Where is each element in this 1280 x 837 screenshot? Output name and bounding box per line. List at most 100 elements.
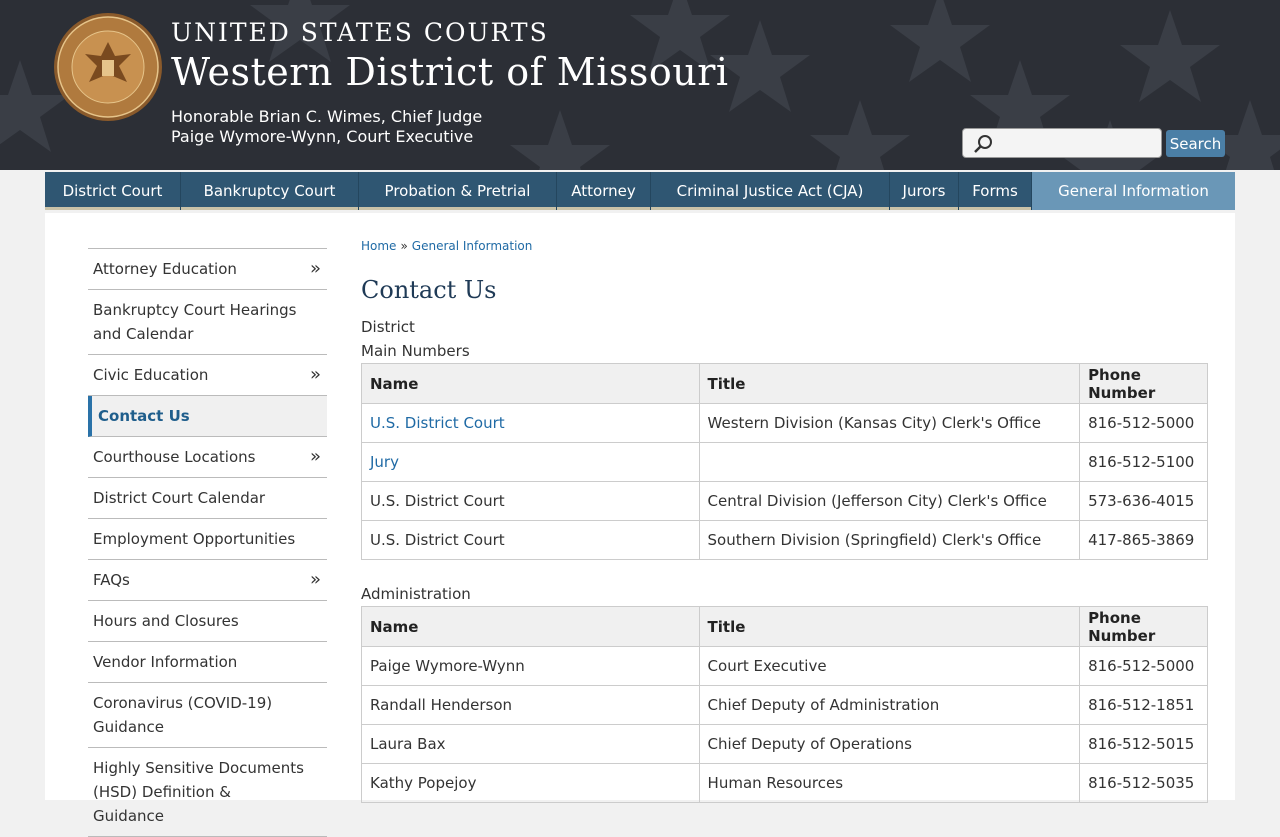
table-row: Paige Wymore-Wynn Court Executive 816-51…: [361, 646, 1208, 686]
breadcrumb-separator: »: [400, 239, 408, 253]
table-row: U.S. District Court Western Division (Ka…: [361, 403, 1208, 443]
chief-judge-line: Honorable Brian C. Wimes, Chief Judge: [171, 107, 483, 126]
sidebar-item-label: Contact Us: [98, 407, 190, 425]
table-row: Jury 816-512-5100: [361, 442, 1208, 482]
table-cell-name: Laura Bax: [361, 724, 700, 764]
sidebar-item-district-court-calendar[interactable]: District Court Calendar: [88, 478, 327, 519]
double-chevron-right-icon[interactable]: »: [310, 445, 321, 469]
sidebar-item-hours-closures[interactable]: Hours and Closures: [88, 601, 327, 642]
sidebar-item-label: Courthouse Locations: [93, 448, 256, 466]
sidebar-item-label: District Court Calendar: [93, 489, 266, 507]
nav-forms[interactable]: Forms: [959, 172, 1032, 210]
table-cell-phone: 816-512-5015: [1079, 724, 1208, 764]
sidebar-item-label: Coronavirus (COVID-19) Guidance: [93, 694, 273, 736]
search-input[interactable]: [997, 131, 1157, 155]
sidebar-item-vendor-information[interactable]: Vendor Information: [88, 642, 327, 683]
table-cell-name: U.S. District Court: [361, 403, 700, 443]
sidebar-item-label: Vendor Information: [93, 653, 238, 671]
table-cell-name: U.S. District Court: [361, 520, 700, 560]
sidebar-item-covid-guidance[interactable]: Coronavirus (COVID-19) Guidance: [88, 683, 327, 748]
table-cell-name: Paige Wymore-Wynn: [361, 646, 700, 686]
table-cell-name: U.S. District Court: [361, 481, 700, 521]
breadcrumb: Home » General Information: [361, 239, 532, 253]
nav-attorney[interactable]: Attorney: [557, 172, 651, 210]
section-district: District: [361, 318, 415, 336]
nav-general-information[interactable]: General Information: [1032, 172, 1235, 210]
double-chevron-right-icon[interactable]: »: [310, 257, 321, 281]
sidebar-item-label: Employment Opportunities: [93, 530, 296, 548]
table-cell-name: Kathy Popejoy: [361, 763, 700, 803]
table-row: U.S. District Court Central Division (Je…: [361, 481, 1208, 521]
section-main-numbers: Main Numbers: [361, 342, 470, 360]
double-chevron-right-icon[interactable]: »: [310, 568, 321, 592]
nav-bankruptcy-court[interactable]: Bankruptcy Court: [181, 172, 359, 210]
table-cell-title: Human Resources: [698, 763, 1081, 803]
table-cell-name: Randall Henderson: [361, 685, 700, 725]
table-header-row: Name Title Phone Number: [361, 363, 1208, 404]
sidebar-item-employment[interactable]: Employment Opportunities: [88, 519, 327, 560]
table-cell-phone: 816-512-5100: [1079, 442, 1208, 482]
column-header-phone: Phone Number: [1079, 363, 1208, 404]
nav-cja[interactable]: Criminal Justice Act (CJA): [651, 172, 890, 210]
sidebar-item-label: Hours and Closures: [93, 612, 239, 630]
sidebar-item-courthouse-locations[interactable]: Courthouse Locations »: [88, 437, 327, 478]
column-header-title: Title: [698, 363, 1081, 404]
column-header-name: Name: [361, 606, 700, 647]
search-box: [962, 128, 1162, 158]
nav-probation-pretrial[interactable]: Probation & Pretrial: [359, 172, 557, 210]
table-cell-phone: 816-512-5000: [1079, 646, 1208, 686]
sidebar-item-faqs[interactable]: FAQs »: [88, 560, 327, 601]
table-row: Laura Bax Chief Deputy of Operations 816…: [361, 724, 1208, 764]
table-cell-title: Chief Deputy of Administration: [698, 685, 1081, 725]
court-seal-icon: [54, 13, 162, 121]
table-cell-title: Southern Division (Springfield) Clerk's …: [698, 520, 1081, 560]
table-row: Kathy Popejoy Human Resources 816-512-50…: [361, 763, 1208, 803]
search-button[interactable]: Search: [1166, 130, 1225, 157]
column-header-phone: Phone Number: [1079, 606, 1208, 647]
court-executive-line: Paige Wymore-Wynn, Court Executive: [171, 127, 474, 146]
sidebar-item-label: Highly Sensitive Documents (HSD) Definit…: [93, 759, 304, 825]
sidebar-item-civic-education[interactable]: Civic Education »: [88, 355, 327, 396]
site-header: UNITED STATES COURTS Western District of…: [0, 0, 1280, 170]
main-nav: District Court Bankruptcy Court Probatio…: [45, 172, 1235, 210]
breadcrumb-general-information[interactable]: General Information: [412, 239, 533, 253]
sidebar-item-label: Bankruptcy Court Hearings and Calendar: [93, 301, 297, 343]
sidebar-item-label: FAQs: [93, 571, 130, 589]
table-cell-title: Chief Deputy of Operations: [698, 724, 1081, 764]
table-cell-name: Jury: [361, 442, 700, 482]
sidebar-item-bankruptcy-hearings[interactable]: Bankruptcy Court Hearings and Calendar: [88, 290, 327, 355]
magnifier-icon: [974, 135, 992, 153]
site-title[interactable]: Western District of Missouri: [171, 50, 729, 94]
table-cell-title: Central Division (Jefferson City) Clerk'…: [698, 481, 1081, 521]
sidebar-item-contact-us[interactable]: Contact Us: [88, 396, 327, 437]
administration-table: Name Title Phone Number Paige Wymore-Wyn…: [361, 606, 1208, 803]
double-chevron-right-icon[interactable]: »: [310, 363, 321, 387]
sidebar-item-label: Attorney Education: [93, 260, 237, 278]
table-cell-title: Western Division (Kansas City) Clerk's O…: [698, 403, 1081, 443]
table-cell-title: Court Executive: [698, 646, 1081, 686]
sidebar-item-label: Civic Education: [93, 366, 209, 384]
table-row: U.S. District Court Southern Division (S…: [361, 520, 1208, 560]
breadcrumb-home[interactable]: Home: [361, 239, 396, 253]
sidebar-item-attorney-education[interactable]: Attorney Education »: [88, 249, 327, 290]
table-cell-phone: 573-636-4015: [1079, 481, 1208, 521]
table-cell-title: [698, 442, 1081, 482]
sidebar-item-hsd-guidance[interactable]: Highly Sensitive Documents (HSD) Definit…: [88, 748, 327, 837]
table-cell-phone: 816-512-5000: [1079, 403, 1208, 443]
sidebar-nav: Attorney Education » Bankruptcy Court He…: [88, 248, 327, 837]
table-cell-phone: 816-512-5035: [1079, 763, 1208, 803]
contact-link[interactable]: U.S. District Court: [370, 414, 505, 432]
page-title: Contact Us: [361, 276, 497, 304]
nav-district-court[interactable]: District Court: [45, 172, 181, 210]
table-cell-phone: 417-865-3869: [1079, 520, 1208, 560]
table-cell-phone: 816-512-1851: [1079, 685, 1208, 725]
column-header-name: Name: [361, 363, 700, 404]
contact-link[interactable]: Jury: [370, 453, 399, 471]
main-numbers-table: Name Title Phone Number U.S. District Co…: [361, 363, 1208, 560]
site-title-top: UNITED STATES COURTS: [171, 18, 549, 47]
table-row: Randall Henderson Chief Deputy of Admini…: [361, 685, 1208, 725]
table-header-row: Name Title Phone Number: [361, 606, 1208, 647]
column-header-title: Title: [698, 606, 1081, 647]
nav-jurors[interactable]: Jurors: [890, 172, 959, 210]
section-administration: Administration: [361, 585, 471, 603]
